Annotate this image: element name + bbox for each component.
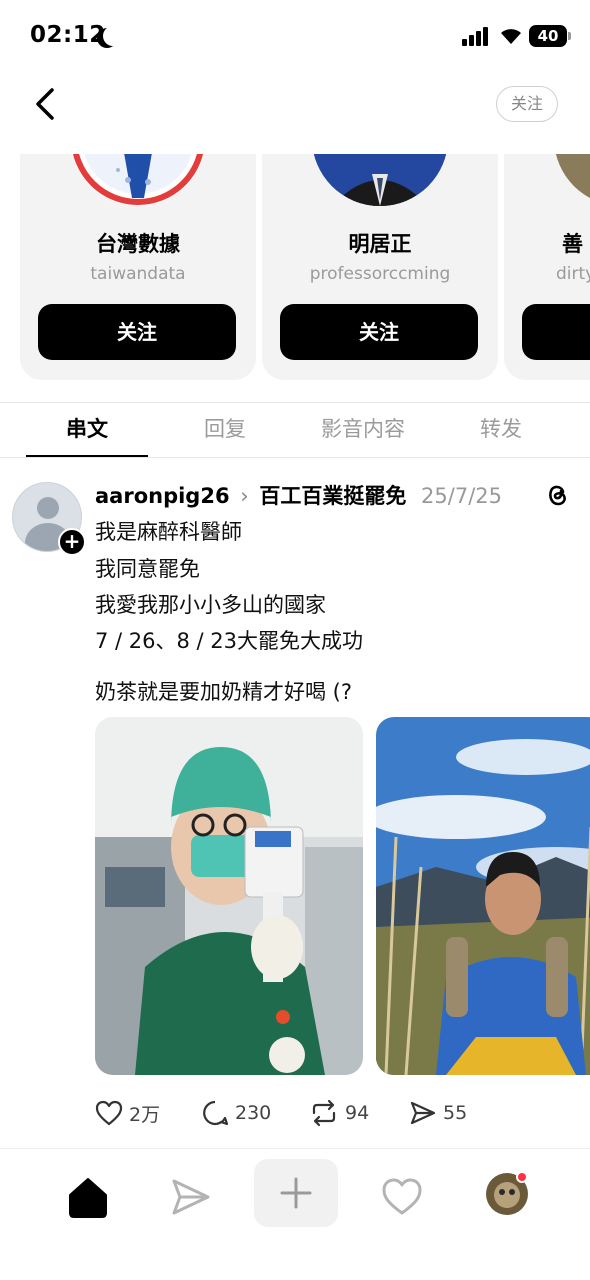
post-image-doctor[interactable] bbox=[95, 717, 363, 1075]
avatar[interactable] bbox=[312, 154, 448, 206]
suggestion-name: 明居正 bbox=[348, 232, 412, 256]
status-time: 02:12 bbox=[30, 22, 106, 48]
active-tab-indicator bbox=[26, 455, 148, 457]
chevron-right-icon: › bbox=[240, 484, 249, 508]
tab-replies[interactable]: 回复 bbox=[165, 413, 285, 443]
signal-icon bbox=[462, 26, 490, 46]
send-icon[interactable] bbox=[166, 1173, 214, 1221]
follow-button[interactable]: 关注 bbox=[280, 304, 478, 360]
create-button[interactable] bbox=[254, 1159, 338, 1227]
share-button[interactable]: 55 bbox=[409, 1098, 467, 1128]
share-count: 55 bbox=[443, 1102, 468, 1124]
post-actions: 2万 230 94 55 bbox=[95, 1098, 545, 1128]
plus-icon bbox=[280, 1177, 312, 1209]
post-text-line: 我愛我那小小多山的國家 bbox=[95, 593, 326, 617]
repost-button[interactable]: 94 bbox=[309, 1098, 369, 1128]
back-arrow-icon[interactable] bbox=[30, 86, 64, 122]
post-text-line: 7 / 26、8 / 23大罷免大成功 bbox=[95, 629, 364, 653]
avatar[interactable] bbox=[554, 154, 590, 206]
header-follow-button[interactable]: 关注 bbox=[496, 86, 558, 122]
comment-count: 230 bbox=[235, 1102, 272, 1124]
follow-button[interactable]: 关注 bbox=[38, 304, 236, 360]
post-image-mountain[interactable] bbox=[376, 717, 590, 1075]
home-icon[interactable] bbox=[64, 1173, 112, 1221]
battery-level: 40 bbox=[537, 27, 559, 45]
send-icon bbox=[410, 1101, 436, 1125]
suggestion-name: 善 bbox=[562, 232, 583, 256]
heart-icon bbox=[95, 1100, 123, 1126]
profile-tabs: 串文 回复 影音内容 转发 bbox=[0, 402, 590, 458]
suggestion-card[interactable]: 台灣數據 taiwandata 关注 bbox=[20, 154, 256, 380]
suggestion-card[interactable]: 善 dirty bbox=[504, 154, 590, 380]
notification-dot bbox=[516, 1171, 528, 1183]
comment-icon bbox=[203, 1100, 229, 1126]
post-text-line: 我是麻醉科醫師 bbox=[95, 520, 242, 544]
comment-button[interactable]: 230 bbox=[201, 1098, 271, 1128]
bottom-nav bbox=[0, 1148, 590, 1280]
avatar[interactable] bbox=[70, 154, 206, 206]
suggestion-handle: taiwandata bbox=[90, 264, 186, 284]
moon-icon bbox=[103, 26, 123, 46]
post-username[interactable]: aaronpig26 bbox=[95, 484, 230, 508]
suggestion-handle: professorccming bbox=[309, 264, 451, 284]
battery-icon: 40 bbox=[529, 25, 571, 47]
like-button[interactable]: 2万 bbox=[95, 1098, 160, 1128]
suggestion-handle: dirty bbox=[556, 264, 590, 284]
suggestion-card[interactable]: 明居正 professorccming 关注 bbox=[262, 154, 498, 380]
suggestion-name: 台灣數據 bbox=[96, 232, 180, 256]
post-date: 25/7/25 bbox=[421, 484, 502, 508]
status-bar: 02:12 40 bbox=[0, 0, 590, 72]
post-text-line: 奶茶就是要加奶精才好喝 (? bbox=[95, 680, 353, 704]
tab-reposts[interactable]: 转发 bbox=[441, 413, 561, 443]
tab-threads[interactable]: 串文 bbox=[27, 413, 147, 443]
like-count: 2万 bbox=[129, 1103, 161, 1126]
follow-button[interactable] bbox=[522, 304, 590, 360]
follow-plus-icon[interactable]: + bbox=[58, 528, 86, 556]
wifi-icon bbox=[501, 29, 521, 44]
post-community[interactable]: 百工百業挺罷免 bbox=[259, 484, 406, 508]
tab-media[interactable]: 影音内容 bbox=[303, 413, 423, 443]
threads-icon[interactable] bbox=[544, 480, 570, 508]
repost-icon bbox=[312, 1099, 336, 1127]
post-meta: aaronpig26 › 百工百業挺罷免 25/7/25 bbox=[95, 480, 502, 508]
heart-icon[interactable] bbox=[378, 1173, 426, 1221]
suggested-profiles: 台灣數據 taiwandata 关注 明居正 professorccming 关… bbox=[0, 154, 590, 382]
repost-count: 94 bbox=[345, 1102, 370, 1124]
post-text-line: 我同意罷免 bbox=[95, 557, 200, 581]
